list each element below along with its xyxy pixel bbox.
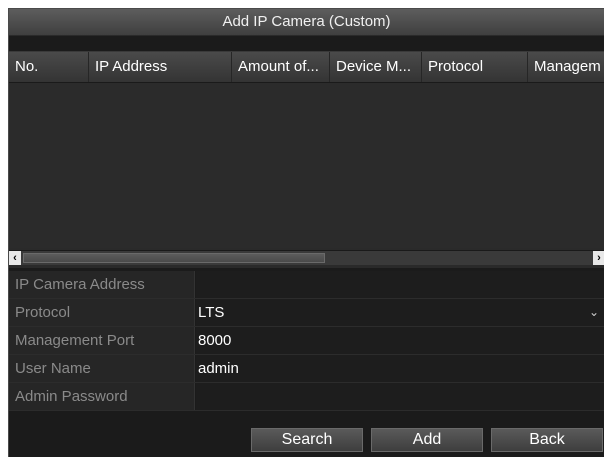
column-header-protocol[interactable]: Protocol [422,52,528,82]
ip-camera-address-input[interactable] [198,271,578,298]
protocol-value: LTS [198,304,225,321]
user-name-label: User Name [9,355,195,382]
column-header-ip-address[interactable]: IP Address [89,52,232,82]
scrollbar-thumb[interactable] [23,253,325,263]
chevron-right-icon[interactable]: › [593,251,604,265]
admin-password-row: Admin Password [9,383,604,411]
horizontal-scrollbar[interactable]: ‹ › [9,250,604,265]
chevron-left-icon[interactable]: ‹ [9,251,21,265]
column-header-management-port[interactable]: Managem [528,52,604,82]
device-table: No. IP Address Amount of... Device M... … [9,51,604,268]
dialog-title: Add IP Camera (Custom) [9,9,604,36]
user-name-input[interactable] [198,355,578,382]
admin-password-input[interactable] [198,383,578,410]
column-header-no[interactable]: No. [9,52,89,82]
chevron-down-icon[interactable]: ⌄ [589,299,599,326]
protocol-row: Protocol LTS ⌄ [9,299,604,327]
table-header: No. IP Address Amount of... Device M... … [9,52,604,83]
ip-camera-address-row: IP Camera Address [9,271,604,299]
table-body[interactable] [9,83,604,248]
management-port-input[interactable] [198,327,578,354]
camera-settings-form: IP Camera Address Protocol LTS ⌄ Managem… [9,271,604,411]
management-port-row: Management Port [9,327,604,355]
back-button[interactable]: Back [491,428,603,452]
search-button[interactable]: Search [251,428,363,452]
user-name-row: User Name [9,355,604,383]
ip-camera-address-label: IP Camera Address [9,271,195,298]
add-button[interactable]: Add [371,428,483,452]
protocol-select[interactable]: LTS ⌄ [196,299,604,326]
protocol-label: Protocol [9,299,195,326]
admin-password-label: Admin Password [9,383,195,410]
column-header-device-model[interactable]: Device M... [330,52,422,82]
management-port-label: Management Port [9,327,195,354]
column-header-amount[interactable]: Amount of... [232,52,330,82]
add-ip-camera-dialog: Add IP Camera (Custom) No. IP Address Am… [8,8,604,457]
